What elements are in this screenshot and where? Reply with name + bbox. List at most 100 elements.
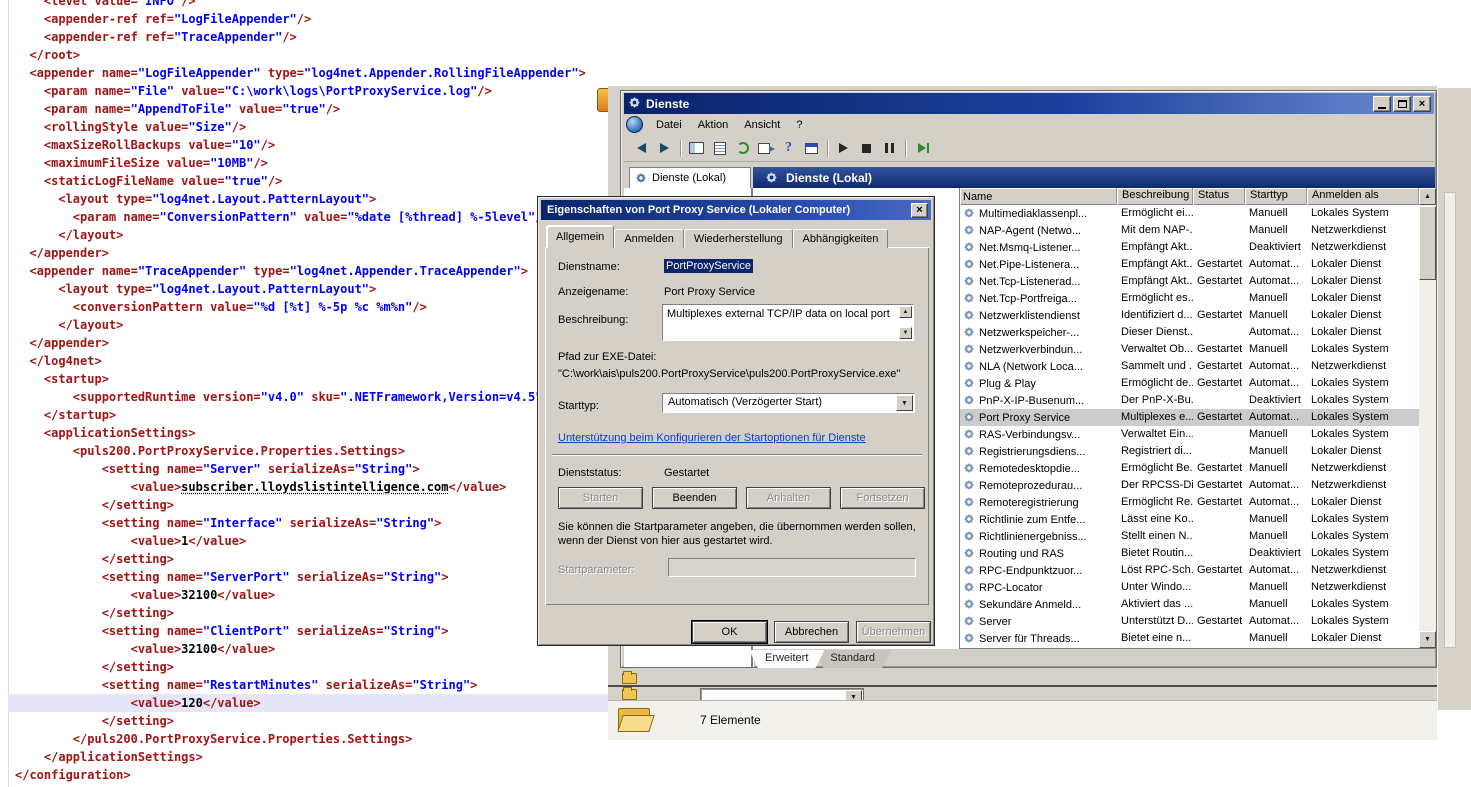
column-header-starttyp[interactable]: Starttyp — [1245, 188, 1307, 205]
startup-options-help-link[interactable]: Unterstützung beim Konfigurieren der Sta… — [558, 432, 866, 444]
service-row[interactable]: Net.Pipe-Listenera... Empfängt Akt... Ge… — [960, 256, 1419, 273]
screen: <level value="INFO"/> <appender-ref ref=… — [0, 0, 1471, 787]
start-params-input[interactable] — [668, 558, 916, 577]
service-row[interactable]: Richtlinienergebniss... Stellt einen N..… — [960, 528, 1419, 545]
service-row[interactable]: Remoteregistrierung Ermöglicht Re... Ges… — [960, 494, 1419, 511]
services-gear-icon — [635, 172, 648, 185]
service-row[interactable]: Routing und RAS Bietet Routin... Deaktiv… — [960, 545, 1419, 562]
service-name-cell: RPC-Endpunktzuor... — [960, 562, 1117, 579]
pause-button[interactable]: Anhalten — [746, 487, 831, 509]
code-line: <setting name="ServerPort" serializeAs="… — [15, 568, 615, 586]
properties-icon[interactable] — [708, 138, 731, 159]
menu-datei[interactable]: Datei — [648, 116, 690, 134]
show-window-icon[interactable] — [800, 138, 823, 159]
service-logon-cell: Netzwerkdienst — [1307, 579, 1419, 596]
service-row[interactable]: Sekundäre Anmeld... Aktiviert das ... Ma… — [960, 596, 1419, 613]
background-scrollbar-track — [1444, 192, 1456, 648]
column-header-beschreibung[interactable]: Beschreibung — [1117, 188, 1193, 205]
description-scroll-up-icon[interactable]: ▲ — [899, 306, 912, 318]
tab-wiederherstellung[interactable]: Wiederherstellung — [684, 229, 793, 248]
list-scrollbar[interactable]: ▲ ▼ — [1419, 188, 1436, 648]
service-row[interactable]: NAP-Agent (Netwo... Mit dem NAP-... Manu… — [960, 222, 1419, 239]
service-description-cell: Löst RPC-Sch... — [1117, 562, 1193, 579]
dialog-titlebar[interactable]: Eigenschaften von Port Proxy Service (Lo… — [541, 200, 931, 220]
service-row[interactable]: RPC-Locator Unter Windo... Manuell Netzw… — [960, 579, 1419, 596]
apply-button[interactable]: Übernehmen — [856, 621, 931, 643]
close-button[interactable]: × — [1413, 96, 1431, 112]
services-titlebar[interactable]: Dienste × — [624, 93, 1434, 114]
column-header-anmelden-als[interactable]: Anmelden als — [1307, 188, 1419, 205]
back-icon[interactable] — [630, 138, 653, 159]
service-row[interactable]: NLA (Network Loca... Sammelt und ... Ges… — [960, 358, 1419, 375]
starttype-select[interactable]: Automatisch (Verzögerter Start) ▼ — [662, 393, 915, 413]
start-service-icon[interactable] — [832, 138, 855, 159]
forward-icon[interactable] — [653, 138, 676, 159]
display-name-value[interactable]: Port Proxy Service — [664, 286, 755, 298]
menu-aktion[interactable]: Aktion — [690, 116, 737, 134]
menu-hilfe[interactable]: ? — [788, 116, 810, 134]
service-row[interactable]: RAS-Verbindungsv... Verwaltet Ein... Man… — [960, 426, 1419, 443]
stop-service-icon[interactable] — [855, 138, 878, 159]
scroll-thumb[interactable] — [1419, 206, 1436, 280]
column-header-name[interactable]: Name — [960, 188, 1117, 205]
restart-service-icon[interactable] — [910, 138, 933, 159]
tab-abhaengigkeiten[interactable]: Abhängigkeiten — [793, 229, 889, 248]
maximize-button[interactable] — [1393, 96, 1411, 112]
tab-allgemein[interactable]: Allgemein — [546, 225, 614, 248]
column-header-status[interactable]: Status — [1193, 188, 1245, 205]
tab-erweitert[interactable]: Erweitert — [749, 650, 824, 668]
description-scroll-down-icon[interactable]: ▼ — [899, 327, 912, 339]
service-description-cell: Der PnP-X-Bu... — [1117, 392, 1193, 409]
service-row[interactable]: RPC-Endpunktzuor... Löst RPC-Sch... Gest… — [960, 562, 1419, 579]
export-list-icon[interactable] — [754, 138, 777, 159]
tree-tab-dienste-lokal[interactable]: Dienste (Lokal) — [629, 167, 751, 188]
service-status-value: Gestartet — [664, 467, 709, 479]
resume-button[interactable]: Fortsetzen — [840, 487, 925, 509]
cancel-button[interactable]: Abbrechen — [774, 621, 849, 643]
start-button[interactable]: Starten — [558, 487, 643, 509]
scroll-down-icon[interactable]: ▼ — [1419, 631, 1436, 648]
service-name-value[interactable]: PortProxyService — [664, 259, 753, 273]
toolbar-separator — [827, 140, 828, 157]
scroll-up-icon[interactable]: ▲ — [1419, 188, 1436, 205]
code-editor[interactable]: <level value="INFO"/> <appender-ref ref=… — [0, 0, 620, 787]
service-row[interactable]: PnP-X-IP-Busenum... Der PnP-X-Bu... Deak… — [960, 392, 1419, 409]
code-line: </log4net> — [15, 352, 615, 370]
tab-standard[interactable]: Standard — [814, 650, 891, 668]
panel-header-title: Dienste (Lokal) — [786, 171, 872, 185]
service-row[interactable]: Server für Threads... Bietet eine n... M… — [960, 630, 1419, 647]
service-row[interactable]: Netzwerkverbindun... Verwaltet Ob... Ges… — [960, 341, 1419, 358]
minimize-button[interactable] — [1373, 96, 1391, 112]
folder-icon[interactable] — [622, 673, 637, 684]
refresh-icon[interactable] — [731, 138, 754, 159]
service-row[interactable]: Registrierungsdiens... Registriert di...… — [960, 443, 1419, 460]
service-row[interactable]: Net.Tcp-Portfreiga... Ermöglicht es... M… — [960, 290, 1419, 307]
service-row[interactable]: Remoteprozedurau... Der RPCSS-Di... Gest… — [960, 477, 1419, 494]
service-row[interactable]: Remotedesktopdie... Ermöglicht Be... Ges… — [960, 460, 1419, 477]
code-line: </applicationSettings> — [15, 748, 615, 766]
service-row[interactable]: Richtlinie zum Entfe... Lässt eine Ko...… — [960, 511, 1419, 528]
service-row[interactable]: Plug & Play Ermöglicht de... Gestartet A… — [960, 375, 1419, 392]
menu-ansicht[interactable]: Ansicht — [736, 116, 788, 134]
show-console-tree-icon[interactable] — [685, 138, 708, 159]
description-field[interactable]: Multiplexes external TCP/IP data on loca… — [662, 304, 914, 341]
code-line: <value>32100</value> — [15, 586, 615, 604]
folder-icon[interactable] — [622, 689, 637, 700]
service-row[interactable]: Net.Msmq-Listener... Empfängt Akt... Dea… — [960, 239, 1419, 256]
dialog-close-button[interactable]: × — [911, 203, 928, 218]
service-row[interactable]: Net.Tcp-Listenerad... Empfängt Akt... Ge… — [960, 273, 1419, 290]
service-starttype-cell: Manuell — [1245, 443, 1307, 460]
help-icon[interactable]: ? — [777, 138, 800, 159]
code-line: <layout type="log4net.Layout.PatternLayo… — [15, 280, 615, 298]
service-row[interactable]: Server Unterstützt D... Gestartet Automa… — [960, 613, 1419, 630]
service-row[interactable]: Netzwerkspeicher-... Dieser Dienst... Au… — [960, 324, 1419, 341]
service-row[interactable]: Multimediaklassenpl... Ermöglicht ei... … — [960, 205, 1419, 222]
stop-button[interactable]: Beenden — [652, 487, 737, 509]
tab-anmelden[interactable]: Anmelden — [614, 229, 684, 248]
chevron-down-icon[interactable]: ▼ — [896, 395, 913, 411]
code-lines: <level value="INFO"/> <appender-ref ref=… — [15, 0, 615, 784]
service-row[interactable]: Netzwerklistendienst Identifiziert d... … — [960, 307, 1419, 324]
ok-button[interactable]: OK — [692, 621, 767, 643]
pause-service-icon[interactable] — [878, 138, 901, 159]
service-row[interactable]: Port Proxy Service Multiplexes e... Gest… — [960, 409, 1419, 426]
